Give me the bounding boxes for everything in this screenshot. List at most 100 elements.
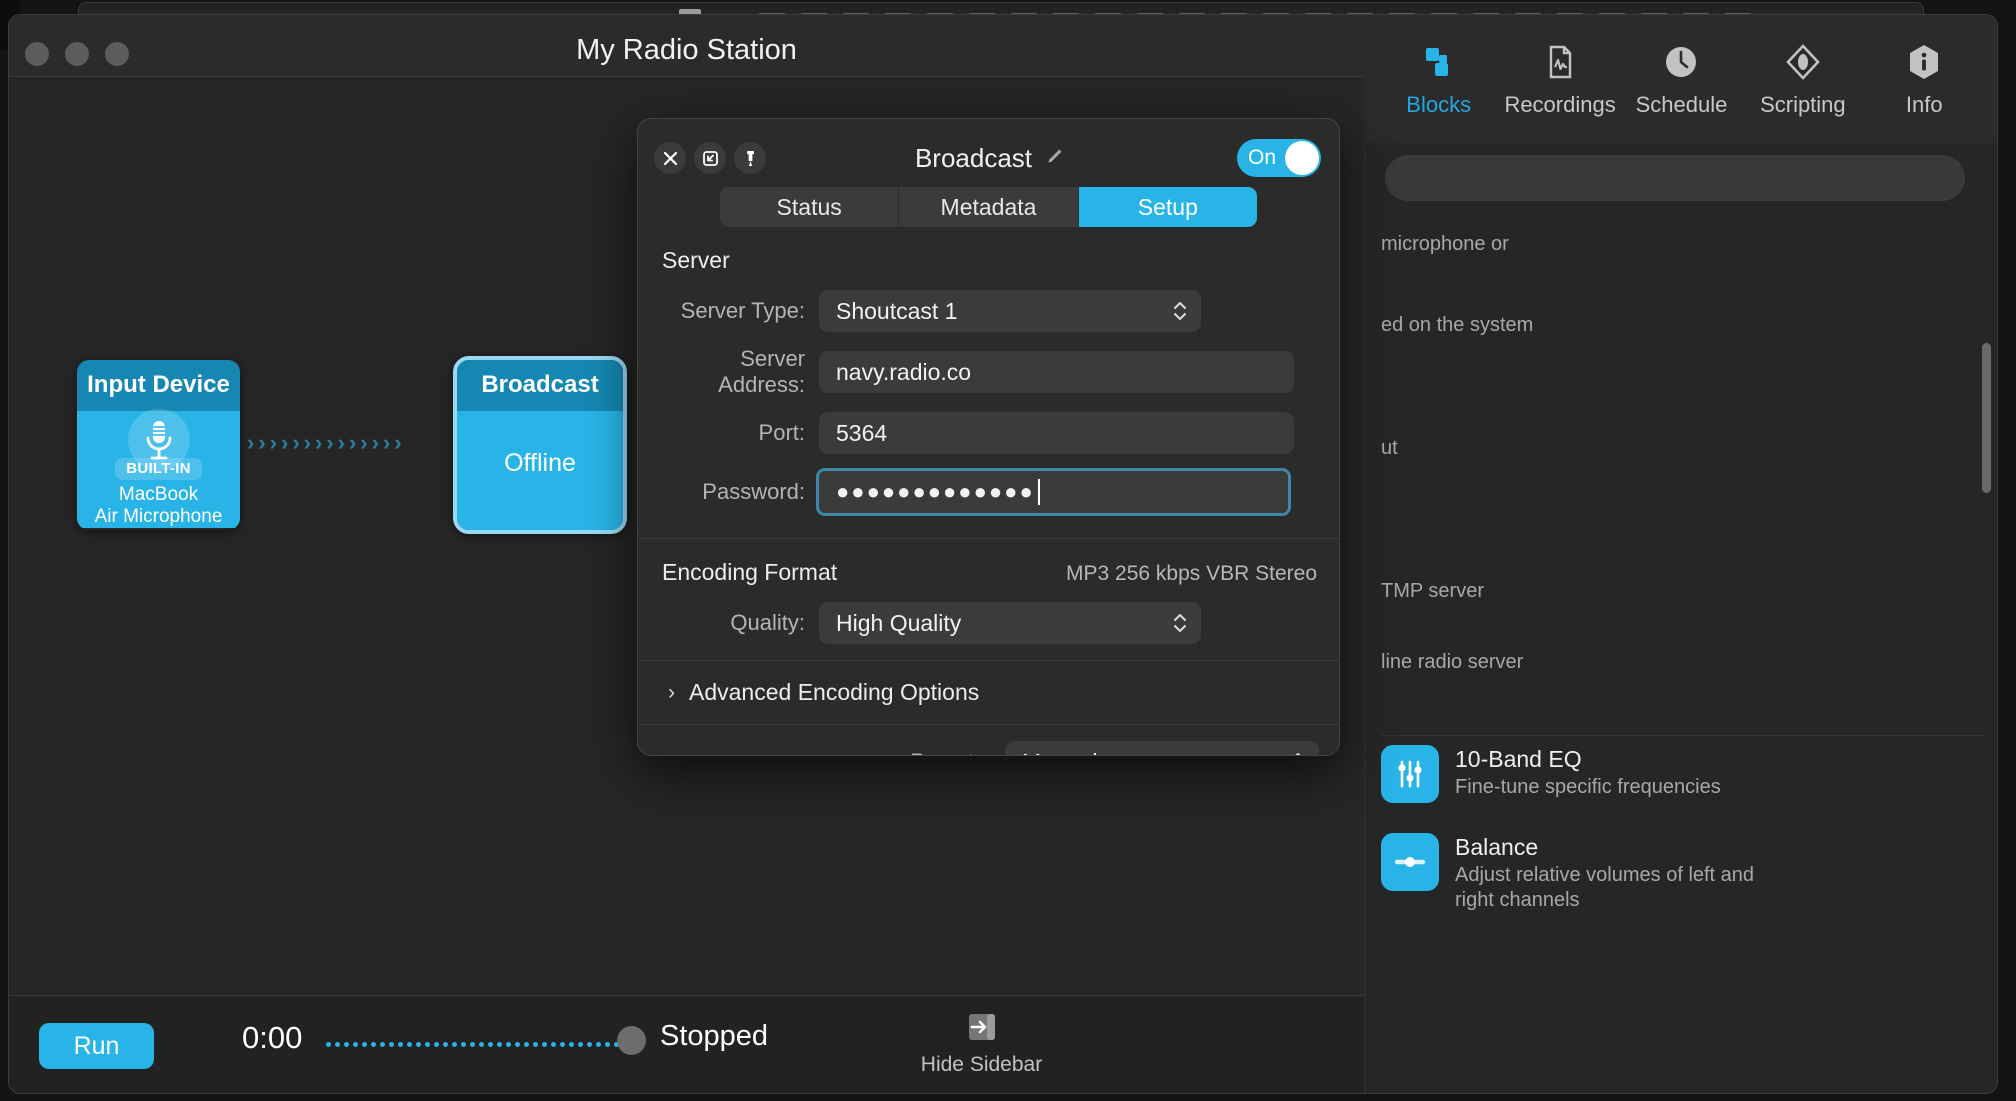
level-meter-dot bbox=[533, 1042, 538, 1047]
encoding-section: Encoding Format MP3 256 kbps VBR Stereo … bbox=[638, 539, 1339, 660]
level-meter-dot bbox=[389, 1042, 394, 1047]
blocks-sidebar[interactable]: microphone or ed on the system ut TMP se… bbox=[1364, 143, 1997, 1093]
toolbar-label-blocks: Blocks bbox=[1406, 92, 1472, 117]
list-item-desc: Adjust relative volumes of left and righ… bbox=[1455, 864, 1755, 912]
encoding-summary-row: Encoding Format MP3 256 kbps VBR Stereo bbox=[662, 559, 1317, 586]
tab-setup[interactable]: Setup bbox=[1078, 187, 1257, 227]
password-label: Password: bbox=[702, 479, 805, 504]
toggle-knob bbox=[1285, 141, 1319, 175]
app-window: My Radio Station Blocks Recordings Sched… bbox=[8, 14, 1998, 1094]
level-meter-dot bbox=[416, 1042, 421, 1047]
level-meter-dot bbox=[452, 1042, 457, 1047]
level-meter-dot bbox=[353, 1042, 358, 1047]
broadcast-status: Offline bbox=[504, 448, 576, 477]
connection-chevron: › bbox=[371, 430, 379, 455]
server-section: Server Server Type: Shoutcast 1 Server A… bbox=[638, 231, 1339, 538]
clock-icon bbox=[1661, 41, 1701, 83]
level-meter-dot bbox=[326, 1042, 331, 1047]
server-address-input[interactable]: navy.radio.co bbox=[819, 351, 1294, 393]
block-input-device[interactable]: Input Device BUILT-IN MacBook Air Microp… bbox=[77, 360, 240, 530]
field-server-address: Server Address: navy.radio.co bbox=[662, 346, 1317, 398]
broadcast-dialog: Broadcast On Status Metadata Setup Serve… bbox=[637, 118, 1340, 756]
server-type-select[interactable]: Shoutcast 1 bbox=[819, 290, 1201, 332]
status-text: Stopped bbox=[660, 1020, 769, 1052]
run-button[interactable]: Run bbox=[39, 1023, 154, 1069]
password-input[interactable]: ●●●●●●●●●●●●● bbox=[816, 468, 1291, 516]
list-item[interactable]: ut bbox=[1381, 432, 1985, 461]
toolbar-item-schedule[interactable]: Schedule bbox=[1621, 41, 1741, 118]
dialog-header: Broadcast On bbox=[638, 119, 1339, 191]
list-item-10-band-eq[interactable]: 10-Band EQ Fine-tune specific frequencie… bbox=[1381, 745, 1985, 803]
presets-label: Presets: bbox=[910, 749, 1005, 755]
level-meter bbox=[326, 1040, 619, 1049]
toolbar-item-blocks[interactable]: Blocks bbox=[1379, 41, 1499, 118]
presets-select[interactable]: Manual bbox=[1005, 741, 1319, 755]
elapsed-time: 0:00 bbox=[242, 1020, 303, 1055]
recordings-icon bbox=[1540, 41, 1580, 83]
info-icon bbox=[1904, 41, 1944, 83]
server-address-label: Server Address: bbox=[718, 346, 805, 397]
chevron-right-icon: › bbox=[668, 680, 675, 704]
advanced-encoding-options-toggle[interactable]: › Advanced Encoding Options bbox=[638, 661, 1339, 724]
chevron-updown-icon bbox=[1173, 611, 1187, 635]
toolbar-label-scripting: Scripting bbox=[1760, 92, 1846, 117]
blocks-icon bbox=[1419, 41, 1459, 83]
search-input[interactable] bbox=[1385, 155, 1965, 201]
quality-select[interactable]: High Quality bbox=[819, 602, 1201, 644]
broadcast-on-toggle[interactable]: On bbox=[1237, 139, 1321, 177]
list-item-balance[interactable]: Balance Adjust relative volumes of left … bbox=[1381, 833, 1985, 913]
tab-status[interactable]: Status bbox=[720, 187, 900, 227]
chevron-updown-icon bbox=[1291, 750, 1305, 755]
block-input-device-header: Input Device bbox=[77, 360, 240, 411]
status-indicator-dot bbox=[617, 1026, 646, 1055]
hide-sidebar-button[interactable]: Hide Sidebar bbox=[914, 1012, 1049, 1077]
toolbar-item-recordings[interactable]: Recordings bbox=[1500, 41, 1620, 118]
list-item[interactable]: line radio server bbox=[1381, 646, 1985, 675]
toolbar-item-info[interactable]: Info bbox=[1864, 41, 1984, 118]
level-meter-dot bbox=[362, 1042, 367, 1047]
toolbar-label-info: Info bbox=[1905, 92, 1943, 117]
connection-chevron: › bbox=[303, 430, 311, 455]
connection-chevron: › bbox=[280, 430, 289, 455]
level-meter-dot bbox=[371, 1042, 376, 1047]
list-item-desc: ut bbox=[1381, 437, 1398, 459]
connection-chevron: › bbox=[314, 430, 323, 455]
connection-chevron: › bbox=[258, 430, 266, 455]
toolbar-item-scripting[interactable]: Scripting bbox=[1743, 41, 1863, 118]
level-meter-dot bbox=[479, 1042, 484, 1047]
level-meter-dot bbox=[524, 1042, 529, 1047]
block-broadcast[interactable]: Broadcast Offline bbox=[453, 356, 627, 534]
list-item-desc: microphone or bbox=[1381, 233, 1509, 255]
balance-slider-icon bbox=[1381, 833, 1439, 891]
level-meter-dot bbox=[380, 1042, 385, 1047]
level-meter-dot bbox=[335, 1042, 340, 1047]
quality-label: Quality: bbox=[730, 610, 805, 635]
sidebar-scrollbar[interactable] bbox=[1982, 343, 1991, 493]
level-meter-dot bbox=[560, 1042, 565, 1047]
connection-chevron: › bbox=[348, 430, 357, 455]
toolbar-label-schedule: Schedule bbox=[1635, 92, 1728, 117]
list-item[interactable]: microphone or bbox=[1381, 228, 1985, 257]
connection-chevron: › bbox=[269, 430, 277, 455]
port-input[interactable]: 5364 bbox=[819, 412, 1294, 454]
sidebar-divider bbox=[1381, 735, 1985, 736]
connection-chevron: › bbox=[247, 430, 255, 455]
list-item[interactable]: TMP server bbox=[1381, 575, 1985, 604]
connection-arrow: › › › › › › › › › › › › › › bbox=[247, 432, 447, 454]
level-meter-dot bbox=[605, 1042, 610, 1047]
dialog-title: Broadcast bbox=[914, 143, 1033, 173]
list-item-title: 10-Band EQ bbox=[1455, 746, 1582, 772]
connection-chevron: › bbox=[292, 430, 300, 455]
level-meter-dot bbox=[425, 1042, 430, 1047]
level-meter-dot bbox=[542, 1042, 547, 1047]
dialog-tabs: Status Metadata Setup bbox=[720, 187, 1257, 227]
quality-value: High Quality bbox=[836, 609, 962, 636]
pencil-icon[interactable] bbox=[1044, 143, 1064, 174]
tab-metadata[interactable]: Metadata bbox=[899, 187, 1079, 227]
presets-row: Presets: Manual bbox=[638, 725, 1339, 755]
level-meter-dot bbox=[398, 1042, 403, 1047]
password-masked-value: ●●●●●●●●●●●●● bbox=[836, 479, 1035, 504]
window-title: My Radio Station bbox=[576, 34, 797, 66]
field-server-type: Server Type: Shoutcast 1 bbox=[662, 290, 1317, 332]
list-item[interactable]: ed on the system bbox=[1381, 309, 1985, 338]
